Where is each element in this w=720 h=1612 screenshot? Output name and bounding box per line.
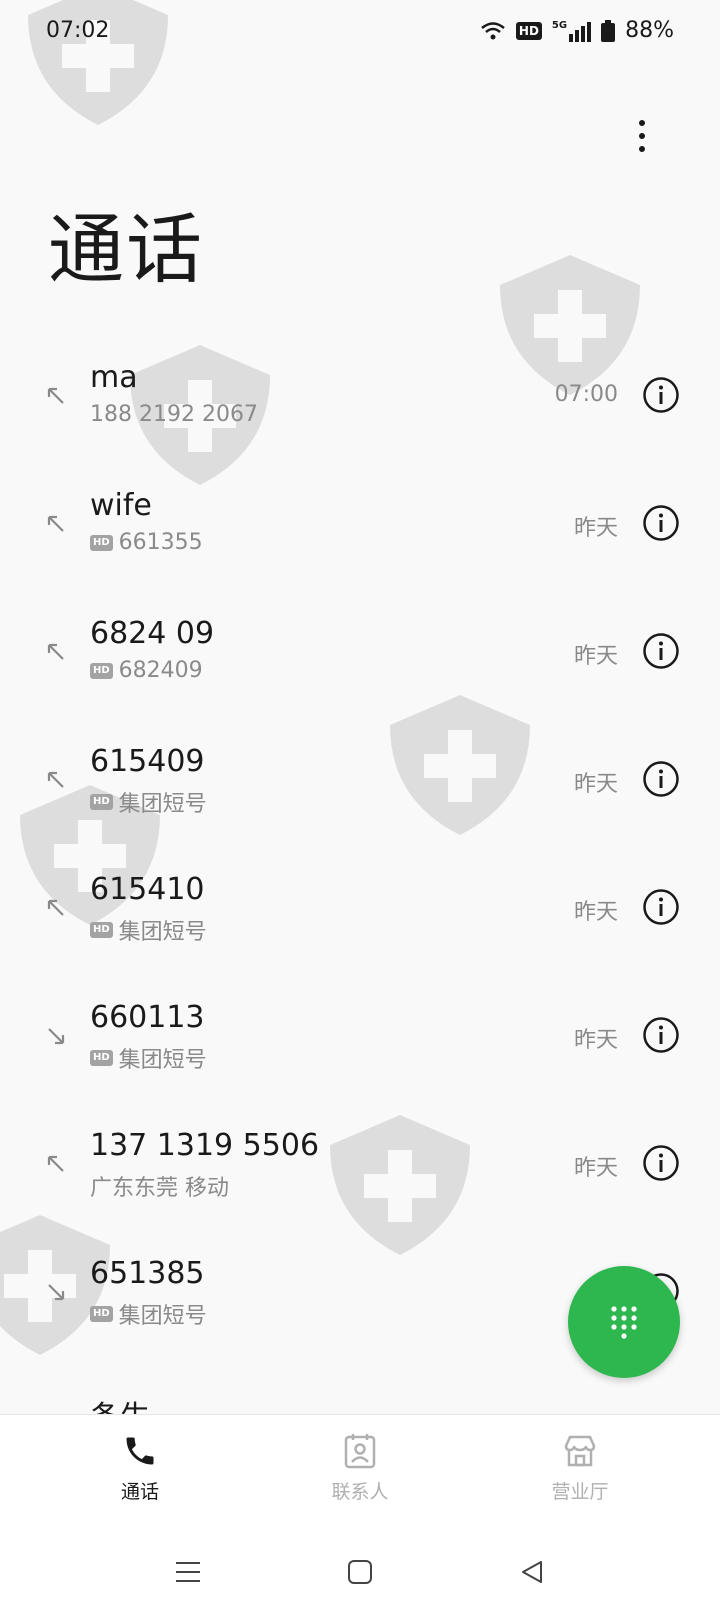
info-icon[interactable] — [642, 504, 680, 542]
hd-call-badge: HD — [90, 794, 113, 810]
hd-call-badge: HD — [90, 662, 113, 679]
back-button[interactable] — [514, 1554, 550, 1590]
dialpad-icon — [611, 1306, 637, 1339]
nav-item-contacts[interactable]: 联系人 — [290, 1433, 430, 1504]
phone-icon — [126, 1437, 154, 1465]
caller-subtitle: HD 集团短号 — [90, 1298, 207, 1330]
call-time: 昨天 — [573, 900, 618, 925]
caller-subtitle: 188 2192 2067 — [90, 402, 258, 427]
hd-call-badge: HD — [90, 1306, 113, 1322]
info-icon[interactable] — [642, 888, 680, 926]
call-log-row[interactable]: 615410 HD 集团短号 昨天 — [0, 852, 720, 980]
caller-number: 集团短号 — [118, 1304, 207, 1329]
partial-call-name: 条生 — [90, 1392, 150, 1414]
nav-label-contacts: 联系人 — [331, 1481, 389, 1503]
nav-label-store: 营业厅 — [551, 1481, 609, 1503]
call-log-row[interactable]: 137 1319 5506 广东东莞 移动 昨天 — [0, 1108, 720, 1236]
status-bar: 07:02 HD 5G 88% — [0, 0, 720, 64]
home-button[interactable] — [342, 1554, 378, 1590]
call-log-row[interactable]: 660113 HD 集团短号 昨天 — [0, 980, 720, 1108]
caller-name: 615409 — [90, 744, 205, 779]
call-time: 昨天 — [573, 1156, 618, 1181]
caller-subtitle: HD 集团短号 — [90, 914, 207, 946]
caller-name: ma — [90, 360, 138, 395]
caller-number: 682409 — [118, 658, 203, 683]
call-log-row[interactable]: wife HD 661355 昨天 — [0, 468, 720, 596]
call-time: 昨天 — [573, 644, 618, 669]
more-dot-icon — [639, 146, 645, 152]
caller-subtitle: 广东东莞 移动 — [90, 1170, 229, 1202]
outgoing-call-icon — [44, 384, 68, 408]
network-type: 5G — [551, 19, 568, 31]
call-log-list: ma 188 2192 2067 07:00 wife HD 661355 昨天 6824 0… — [0, 340, 720, 1364]
outgoing-call-icon — [44, 896, 68, 920]
call-time: 07:00 — [554, 382, 618, 407]
recents-button[interactable] — [170, 1554, 206, 1590]
contacts-icon — [344, 1434, 376, 1469]
caller-name: 137 1319 5506 — [90, 1128, 320, 1163]
call-log-row[interactable]: ma 188 2192 2067 07:00 — [0, 340, 720, 468]
caller-number: 广东东莞 移动 — [90, 1176, 229, 1201]
status-time: 07:02 — [46, 18, 110, 43]
caller-name: 660113 — [90, 1000, 205, 1035]
dialpad-button[interactable] — [568, 1266, 680, 1378]
home-square-icon — [348, 1560, 372, 1584]
battery-icon — [601, 19, 616, 42]
nav-item-store[interactable]: 营业厅 — [510, 1433, 650, 1504]
call-log-row[interactable]: 615409 HD 集团短号 昨天 — [0, 724, 720, 852]
more-dot-icon — [639, 133, 645, 139]
bottom-navigation: 通话 联系人 营业厅 — [0, 1414, 720, 1533]
caller-subtitle: HD 682409 — [90, 658, 203, 683]
call-time: 昨天 — [573, 1028, 618, 1053]
menu-lines-icon — [176, 1562, 200, 1582]
info-icon[interactable] — [642, 632, 680, 670]
hd-call-badge: HD — [90, 534, 113, 551]
caller-subtitle: HD 集团短号 — [90, 1042, 207, 1074]
call-time: 昨天 — [573, 772, 618, 797]
info-icon[interactable] — [642, 376, 680, 414]
nav-item-calls[interactable]: 通话 — [70, 1433, 210, 1504]
more-options-button[interactable] — [624, 116, 660, 156]
page-title: 通话 — [48, 205, 204, 294]
caller-number: 188 2192 2067 — [90, 402, 258, 427]
wifi-icon — [481, 21, 505, 39]
caller-subtitle: HD 661355 — [90, 530, 203, 555]
signal-icon: 5G — [551, 19, 592, 42]
caller-number: 集团短号 — [118, 920, 207, 945]
call-time: 昨天 — [573, 516, 618, 541]
battery-percent: 88% — [625, 18, 674, 43]
more-dot-icon — [639, 120, 645, 126]
caller-name: 651385 — [90, 1256, 205, 1291]
caller-name: wife — [90, 488, 152, 523]
outgoing-call-icon — [44, 512, 68, 536]
system-navigation-bar — [0, 1532, 720, 1612]
status-icons: HD 5G 88% — [480, 18, 674, 43]
hd-call-badge: HD — [90, 922, 113, 938]
caller-name: 6824 09 — [90, 616, 215, 651]
incoming-call-icon — [44, 1024, 68, 1048]
outgoing-call-icon — [44, 768, 68, 792]
outgoing-call-icon — [44, 640, 68, 664]
nav-label-calls: 通话 — [120, 1481, 159, 1503]
info-icon[interactable] — [642, 1016, 680, 1054]
outgoing-call-icon — [44, 1152, 68, 1176]
store-icon — [564, 1435, 596, 1467]
caller-number: 661355 — [118, 530, 203, 555]
hd-call-badge: HD — [90, 1050, 113, 1066]
info-icon[interactable] — [642, 1144, 680, 1182]
caller-name: 615410 — [90, 872, 205, 907]
back-triangle-icon — [522, 1561, 542, 1583]
call-log-row[interactable]: 6824 09 HD 682409 昨天 — [0, 596, 720, 724]
incoming-call-icon — [44, 1280, 68, 1304]
caller-subtitle: HD 集团短号 — [90, 786, 207, 818]
caller-number: 集团短号 — [118, 792, 207, 817]
caller-number: 集团短号 — [118, 1048, 207, 1073]
hd-voice-badge: HD — [515, 21, 542, 40]
info-icon[interactable] — [642, 760, 680, 798]
